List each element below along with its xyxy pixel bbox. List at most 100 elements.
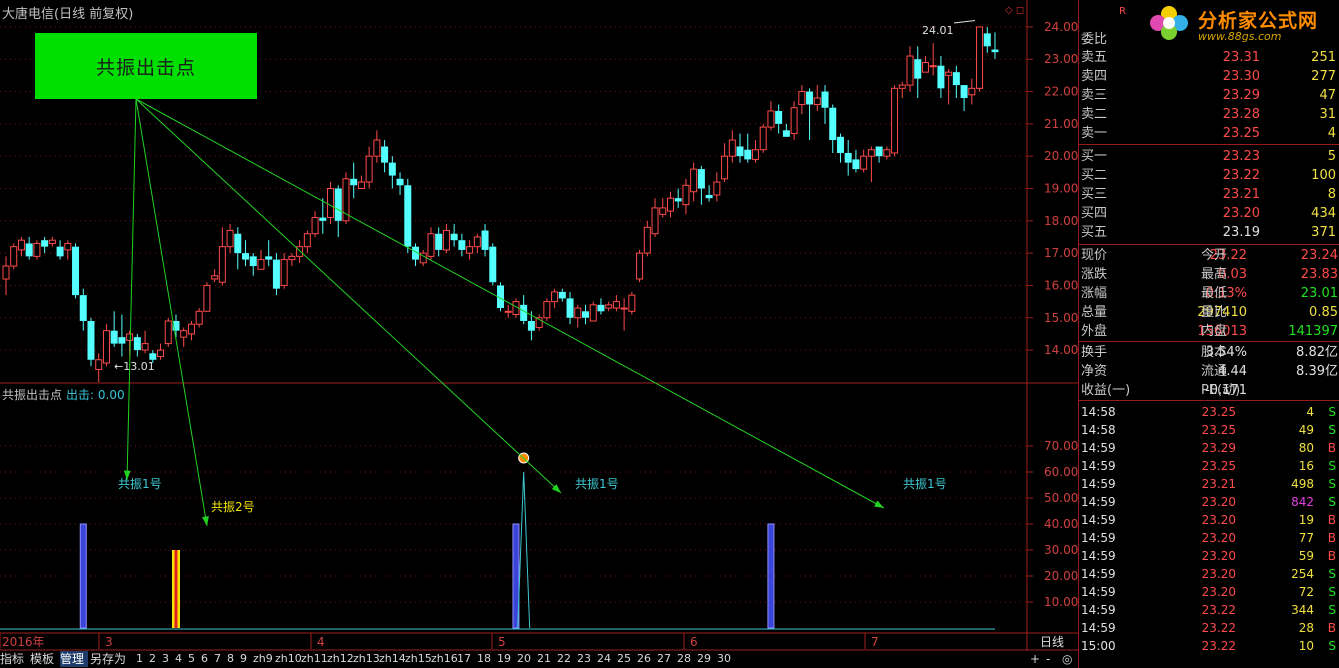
tab-21[interactable]: 21 <box>537 651 555 667</box>
stat-row-cell: 外盘 <box>1081 324 1108 339</box>
tab-28[interactable]: 28 <box>677 651 695 667</box>
candle-body <box>64 242 72 251</box>
ask-row: 卖四 23.30 277 <box>1081 68 1339 86</box>
tab-5[interactable]: 5 <box>188 651 199 667</box>
tick-row-cell: 23.20 <box>1201 495 1236 509</box>
candle-body <box>319 217 327 221</box>
tick-row-cell: 14:59 <box>1081 567 1116 581</box>
tab-9[interactable]: 9 <box>240 651 251 667</box>
tab-指标[interactable]: 指标 <box>0 651 28 667</box>
stat2-row: 净资 4.44 流通 8.39亿 <box>1081 363 1339 381</box>
tick-row-cell: 23.25 <box>1201 423 1236 437</box>
arrowhead-icon <box>202 516 209 526</box>
bid-row: 买二 23.22 100 <box>1081 167 1339 185</box>
stat-row-cell: 今开 <box>1201 248 1228 263</box>
tick-row: 14:58 23.25 4 S <box>1081 403 1339 421</box>
tab-8[interactable]: 8 <box>227 651 238 667</box>
tab-另存为[interactable]: 另存为 <box>90 651 134 667</box>
tab-25[interactable]: 25 <box>617 651 635 667</box>
indicator-name: 共振出击点 <box>2 388 63 402</box>
tab-zh10[interactable]: zh10 <box>275 651 302 667</box>
tab-模板[interactable]: 模板 <box>30 651 58 667</box>
zoom-circle-button[interactable]: ◎ <box>1062 651 1072 667</box>
candle-body <box>72 246 80 296</box>
tick-row-cell: 14:59 <box>1081 549 1116 563</box>
tab-7[interactable]: 7 <box>214 651 225 667</box>
window-controls-icon[interactable]: ◇ ◻ <box>1005 5 1024 16</box>
candle-body <box>906 55 914 86</box>
ask-row: 卖五 23.31 251 <box>1081 49 1339 67</box>
bid-row-cell: 23.19 <box>1222 225 1260 240</box>
tab-22[interactable]: 22 <box>557 651 575 667</box>
candle-body <box>187 323 195 335</box>
ask-row-cell: 31 <box>1319 107 1336 122</box>
zoom-plus-button[interactable]: + <box>1030 651 1040 667</box>
ask-row-cell: 251 <box>1311 50 1336 65</box>
candle-body <box>697 169 705 189</box>
indicator-tick-label: 60.00 <box>1044 465 1078 479</box>
zoom-minus-button[interactable]: - <box>1046 651 1050 667</box>
tab-4[interactable]: 4 <box>175 651 186 667</box>
tick-row-cell: 23.20 <box>1201 585 1236 599</box>
tab-3[interactable]: 3 <box>162 651 173 667</box>
stat2-row-cell: 8.39亿 <box>1296 364 1338 379</box>
tab-6[interactable]: 6 <box>201 651 212 667</box>
candle-body <box>95 359 103 370</box>
tab-zh11[interactable]: zh11 <box>301 651 328 667</box>
tab-19[interactable]: 19 <box>497 651 515 667</box>
candle-body <box>265 256 273 260</box>
bid-row-cell: 买二 <box>1081 168 1108 183</box>
candle-body <box>937 65 945 89</box>
tab-zh12[interactable]: zh12 <box>327 651 354 667</box>
signal-label-2: 共振2号 <box>211 500 255 514</box>
tick-row-cell: S <box>1328 423 1336 437</box>
tick-row-cell: 28 <box>1298 621 1314 635</box>
candle-body <box>581 311 589 318</box>
candle-body <box>883 149 891 157</box>
tick-row: 14:59 23.20 19 B <box>1081 511 1339 529</box>
indicator-tick-label: 70.00 <box>1044 439 1078 453</box>
tab-29[interactable]: 29 <box>697 651 715 667</box>
ask-row-cell: 卖二 <box>1081 107 1108 122</box>
tick-row: 14:59 23.21 498 S <box>1081 475 1339 493</box>
candle-body <box>636 252 644 280</box>
tab-27[interactable]: 27 <box>657 651 675 667</box>
tab-2[interactable]: 2 <box>149 651 160 667</box>
candle-body <box>651 207 659 235</box>
tab-zh14[interactable]: zh14 <box>379 651 406 667</box>
stat-row-cell: 0.85 <box>1309 305 1338 320</box>
tab-30[interactable]: 30 <box>717 651 735 667</box>
tab-zh16[interactable]: zh16 <box>431 651 458 667</box>
tab-1[interactable]: 1 <box>136 651 147 667</box>
candle-body <box>234 233 242 254</box>
tab-24[interactable]: 24 <box>597 651 615 667</box>
ask-row-cell: 卖五 <box>1081 50 1108 65</box>
candle-body <box>705 194 713 199</box>
candle-body <box>249 256 257 267</box>
tab-管理[interactable]: 管理 <box>60 651 88 667</box>
ask-row-cell: 卖一 <box>1081 126 1108 141</box>
tab-20[interactable]: 20 <box>517 651 535 667</box>
stat2-row-cell: 收益(一) <box>1081 383 1131 398</box>
candle-body <box>844 152 852 163</box>
tab-18[interactable]: 18 <box>477 651 495 667</box>
tick-row-cell: S <box>1328 459 1336 473</box>
tab-26[interactable]: 26 <box>637 651 655 667</box>
candle-body <box>605 304 613 309</box>
candle-body <box>33 242 41 257</box>
candle-body <box>945 71 953 76</box>
tab-17[interactable]: 17 <box>457 651 475 667</box>
candle-body <box>481 230 489 250</box>
stat-row-cell: 内盘 <box>1201 324 1228 339</box>
tab-zh13[interactable]: zh13 <box>353 651 380 667</box>
ask-row-cell: 277 <box>1311 69 1336 84</box>
tick-row-cell: 49 <box>1298 423 1314 437</box>
candle-body <box>867 149 875 157</box>
price-tick-label: 14.00 <box>1044 343 1078 357</box>
stat-row-cell: 量比 <box>1201 305 1228 320</box>
tick-row-cell: 14:58 <box>1081 423 1116 437</box>
tab-zh9[interactable]: zh9 <box>253 651 273 667</box>
tab-zh15[interactable]: zh15 <box>405 651 432 667</box>
candle-body <box>2 265 10 280</box>
tab-23[interactable]: 23 <box>577 651 595 667</box>
